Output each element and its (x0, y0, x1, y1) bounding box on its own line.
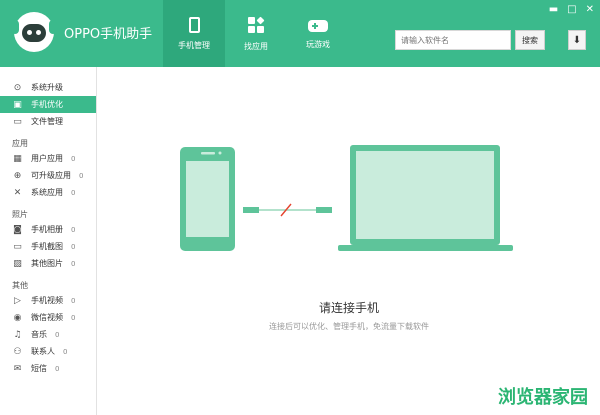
window-controls: ▬ □ ✕ (549, 4, 594, 15)
sidebar-item-screenshots[interactable]: ▭ 手机截图 0 (0, 238, 96, 255)
main-panel: 请连接手机 连接后可以优化、管理手机，免流量下载软件 (98, 67, 600, 415)
search-input[interactable] (395, 30, 511, 50)
count-badge: 0 (79, 171, 84, 180)
tab-phone-management[interactable]: 手机管理 (163, 0, 225, 67)
sidebar-item-label: 手机截图 (31, 242, 63, 251)
folder-icon: ▭ (13, 116, 22, 127)
count-badge: 0 (71, 259, 76, 268)
app-title: OPPO手机助手 (64, 26, 153, 42)
title-bar: OPPO手机助手 手机管理 找应用 玩游戏 ▬ □ ✕ 搜索 ⬇ (0, 0, 600, 67)
image-icon: ▨ (13, 258, 22, 269)
sidebar-item-file-management[interactable]: ▭ 文件管理 (0, 113, 96, 130)
tab-label: 找应用 (244, 41, 268, 51)
sidebar-item-label: 手机视频 (31, 296, 63, 305)
count-badge: 0 (55, 364, 60, 373)
search-button[interactable]: 搜索 (515, 30, 545, 50)
sidebar-item-system-upgrade[interactable]: ⊙ 系统升级 (0, 79, 96, 96)
tab-label: 手机管理 (178, 40, 210, 50)
upgradable-apps-icon: ⊕ (13, 170, 22, 181)
sidebar-item-phone-optimize[interactable]: ▣ 手机优化 (0, 96, 96, 113)
sidebar-section-photos: 照片 (12, 209, 28, 219)
top-nav: 手机管理 找应用 玩游戏 (163, 0, 349, 67)
count-badge: 0 (63, 347, 68, 356)
sidebar-item-label: 文件管理 (31, 117, 63, 126)
sidebar-item-music[interactable]: ♫ 音乐 0 (0, 326, 96, 343)
sidebar-item-label: 用户应用 (31, 154, 63, 163)
app-logo-icon (11, 12, 57, 52)
sidebar-item-label: 短信 (31, 364, 47, 373)
sidebar-item-label: 音乐 (31, 330, 47, 339)
sidebar-section-apps: 应用 (12, 138, 28, 148)
sidebar-item-label: 微信视频 (31, 313, 63, 322)
phone-icon (188, 16, 200, 33)
laptop-illustration-icon (338, 145, 513, 251)
download-icon: ⬇ (572, 34, 582, 46)
count-badge: 0 (71, 242, 76, 251)
sidebar-section-other: 其他 (12, 280, 28, 290)
tab-find-apps[interactable]: 找应用 (225, 0, 287, 67)
minimize-button[interactable]: ▬ (549, 4, 558, 15)
sidebar-item-phone-video[interactable]: ▷ 手机视频 0 (0, 292, 96, 309)
sidebar-item-user-apps[interactable]: ▦ 用户应用 0 (0, 150, 96, 167)
camera-icon: ◙ (13, 224, 22, 235)
gamepad-icon (308, 20, 328, 32)
watermark: 浏览器家园 (498, 387, 588, 408)
count-badge: 0 (71, 225, 76, 234)
count-badge: 0 (71, 154, 76, 163)
system-upgrade-icon: ⊙ (13, 82, 22, 93)
count-badge: 0 (71, 313, 76, 322)
sidebar-item-label: 联系人 (31, 347, 55, 356)
tab-label: 玩游戏 (306, 40, 330, 49)
apps-icon (247, 16, 265, 34)
sidebar-item-wechat-video[interactable]: ◉ 微信视频 0 (0, 309, 96, 326)
contacts-icon: ⚇ (13, 346, 22, 357)
usb-cable-icon (243, 203, 332, 217)
video-icon: ▷ (14, 295, 21, 306)
phone-optimize-icon: ▣ (13, 99, 22, 110)
sidebar-item-label: 可升级应用 (31, 171, 71, 180)
sidebar-item-phone-album[interactable]: ◙ 手机相册 0 (0, 221, 96, 238)
sidebar-item-label: 手机优化 (31, 100, 63, 109)
close-button[interactable]: ✕ (586, 4, 594, 15)
sidebar-item-sms[interactable]: ✉ 短信 0 (0, 360, 96, 377)
sidebar-item-label: 手机相册 (31, 225, 63, 234)
connect-phone-title: 请连接手机 (318, 301, 379, 315)
screenshot-icon: ▭ (13, 241, 22, 252)
phone-illustration-icon (180, 147, 235, 251)
count-badge: 0 (55, 330, 60, 339)
count-badge: 0 (71, 188, 76, 197)
download-button[interactable]: ⬇ (568, 30, 586, 50)
sms-icon: ✉ (13, 363, 22, 374)
count-badge: 0 (71, 296, 76, 305)
tab-play-games[interactable]: 玩游戏 (287, 0, 349, 67)
music-icon: ♫ (13, 329, 22, 340)
sidebar-item-label: 系统应用 (31, 188, 63, 197)
sidebar-item-upgradable-apps[interactable]: ⊕ 可升级应用 0 (0, 167, 96, 184)
connect-phone-subtitle: 连接后可以优化、管理手机，免流量下载软件 (269, 322, 429, 331)
connect-illustration (180, 145, 513, 251)
system-apps-icon: ✕ (13, 187, 22, 198)
wechat-video-icon: ◉ (13, 312, 22, 323)
sidebar: ⊙ 系统升级 ▣ 手机优化 ▭ 文件管理 应用 ▦ 用户应用 0 ⊕ 可升级应用… (0, 67, 97, 415)
sidebar-item-label: 其他图片 (31, 259, 63, 268)
sidebar-item-other-images[interactable]: ▨ 其他图片 0 (0, 255, 96, 272)
user-apps-icon: ▦ (13, 153, 22, 164)
sidebar-item-label: 系统升级 (31, 83, 63, 92)
brand: OPPO手机助手 (11, 12, 153, 52)
maximize-button[interactable]: □ (567, 4, 576, 15)
sidebar-item-system-apps[interactable]: ✕ 系统应用 0 (0, 184, 96, 201)
sidebar-item-contacts[interactable]: ⚇ 联系人 0 (0, 343, 96, 360)
